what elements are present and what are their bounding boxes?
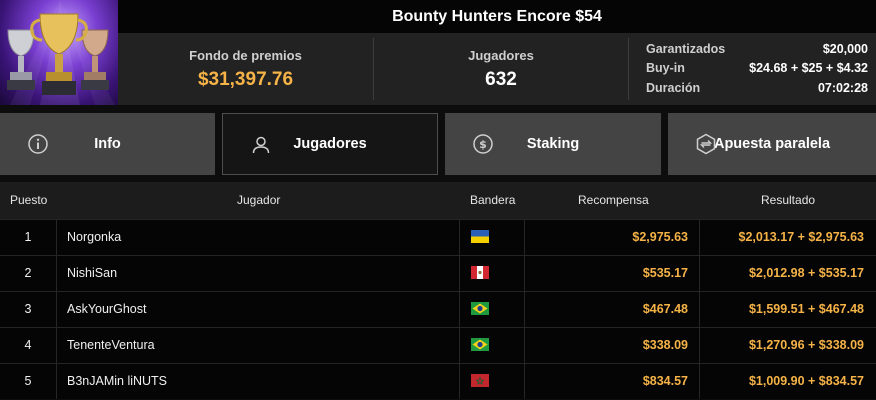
row-position: 5	[24, 374, 32, 388]
tab-info[interactable]: Info	[0, 113, 215, 175]
tournament-title: Bounty Hunters Encore $54	[118, 0, 876, 33]
row-position: 2	[24, 266, 32, 280]
ukraine-flag-icon	[471, 230, 489, 243]
row-result: $2,012.98 + $535.17	[748, 266, 864, 280]
row-reward: $834.57	[642, 374, 688, 388]
row-result: $1,270.96 + $338.09	[748, 338, 864, 352]
players-table: Puesto Jugador Bandera Recompensa Result…	[0, 182, 876, 399]
row-position: 1	[24, 230, 32, 244]
brazil-flag-icon	[471, 338, 489, 351]
row-reward: $338.09	[642, 338, 688, 352]
morocco-flag-icon	[471, 374, 489, 387]
tab-bar: Info Jugadores $ Staking Apuesta paralel…	[0, 105, 876, 182]
table-row[interactable]: 2 NishiSan $535.17 $2,012.98 + $535.17	[0, 255, 876, 291]
row-player-name: AskYourGhost	[67, 302, 147, 316]
side-bet-icon	[696, 133, 716, 155]
detail-value: $20,000	[822, 41, 868, 56]
detail-label: Garantizados	[646, 41, 726, 56]
svg-text:$: $	[479, 138, 487, 151]
row-reward: $2,975.63	[632, 230, 688, 244]
prize-pool-value: $31,397.76	[197, 68, 294, 90]
trophy-image	[0, 0, 118, 105]
table-row[interactable]: 5 B3nJAMin liNUTS $834.57 $1,009.90 + $8…	[0, 363, 876, 399]
brazil-flag-icon	[471, 302, 489, 315]
column-header-position[interactable]: Puesto	[10, 182, 47, 219]
players-value: 632	[485, 68, 517, 90]
detail-label: Duración	[646, 80, 701, 95]
info-icon	[28, 134, 48, 154]
tab-staking[interactable]: $ Staking	[445, 113, 661, 175]
column-header-flag[interactable]: Bandera	[470, 182, 515, 219]
detail-value: $24.68 + $25 + $4.32	[749, 61, 868, 76]
players-count: Jugadores 632	[374, 33, 628, 105]
row-player-name: NishiSan	[67, 266, 118, 280]
row-player-name: B3nJAMin liNUTS	[67, 374, 168, 388]
peru-flag-icon	[471, 266, 489, 279]
column-header-result[interactable]: Resultado	[761, 182, 815, 219]
tab-players[interactable]: Jugadores	[222, 113, 438, 175]
table-row[interactable]: 1 Norgonka $2,975.63 $2,013.17 + $2,975.…	[0, 219, 876, 255]
detail-row-guaranteed: Garantizados $20,000	[646, 39, 868, 59]
row-player-name: Norgonka	[67, 230, 122, 244]
row-position: 3	[24, 302, 32, 316]
dollar-coin-icon: $	[473, 134, 493, 154]
tournament-details: Garantizados $20,000 Buy-in $24.68 + $25…	[646, 39, 868, 98]
row-position: 4	[24, 338, 32, 352]
detail-label: Buy-in	[646, 61, 685, 76]
column-header-reward[interactable]: Recompensa	[578, 182, 649, 219]
prize-pool: Fondo de premios $31,397.76	[118, 33, 373, 105]
prize-pool-label: Fondo de premios	[189, 47, 302, 63]
detail-row-buyin: Buy-in $24.68 + $25 + $4.32	[646, 59, 868, 79]
table-row[interactable]: 3 AskYourGhost $467.48 $1,599.51 + $467.…	[0, 291, 876, 327]
row-result: $1,009.90 + $834.57	[748, 374, 864, 388]
user-icon	[252, 136, 270, 154]
row-reward: $535.17	[642, 266, 688, 280]
tournament-header: Bounty Hunters Encore $54 Fondo de premi…	[0, 0, 876, 105]
row-result: $1,599.51 + $467.48	[748, 302, 864, 316]
tab-side-bet[interactable]: Apuesta paralela	[668, 113, 876, 175]
tournament-stats: Fondo de premios $31,397.76 Jugadores 63…	[118, 33, 876, 105]
stats-divider	[628, 38, 629, 100]
column-header-player[interactable]: Jugador	[237, 182, 280, 219]
table-header: Puesto Jugador Bandera Recompensa Result…	[0, 182, 876, 219]
detail-value: 07:02:28	[817, 80, 868, 95]
detail-row-duration: Duración 07:02:28	[646, 78, 868, 98]
table-row[interactable]: 4 TenenteVentura $338.09 $1,270.96 + $33…	[0, 327, 876, 363]
row-result: $2,013.17 + $2,975.63	[738, 230, 864, 244]
players-label: Jugadores	[468, 47, 534, 63]
row-player-name: TenenteVentura	[67, 338, 155, 352]
row-reward: $467.48	[642, 302, 688, 316]
